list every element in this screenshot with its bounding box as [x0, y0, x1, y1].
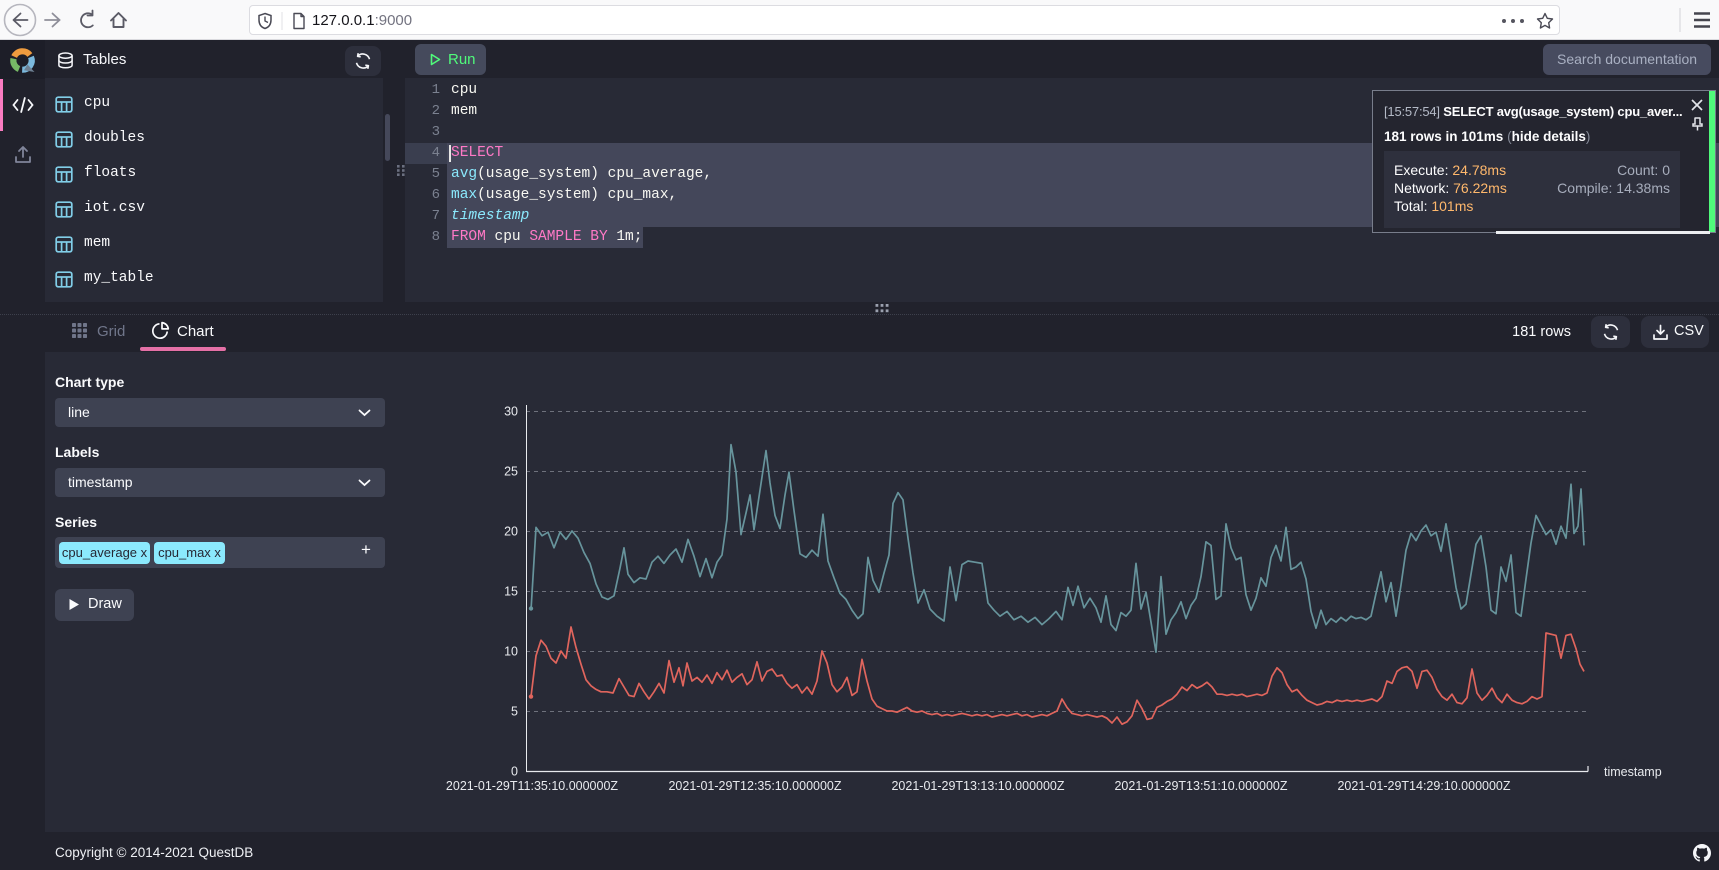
- svg-text:5: 5: [511, 705, 518, 719]
- svg-text:10: 10: [504, 645, 518, 659]
- svg-text:15: 15: [504, 585, 518, 599]
- svg-text:timestamp: timestamp: [1604, 765, 1662, 779]
- svg-text:20: 20: [504, 525, 518, 539]
- svg-text:2021-01-29T13:13:10.000000Z: 2021-01-29T13:13:10.000000Z: [891, 779, 1064, 793]
- svg-text:2021-01-29T14:29:10.000000Z: 2021-01-29T14:29:10.000000Z: [1337, 779, 1510, 793]
- svg-text:2021-01-29T13:51:10.000000Z: 2021-01-29T13:51:10.000000Z: [1114, 779, 1287, 793]
- svg-text:0: 0: [511, 765, 518, 779]
- svg-text:25: 25: [504, 465, 518, 479]
- svg-text:30: 30: [504, 405, 518, 419]
- svg-text:2021-01-29T12:35:10.000000Z: 2021-01-29T12:35:10.000000Z: [668, 779, 841, 793]
- svg-text:2021-01-29T11:35:10.000000Z: 2021-01-29T11:35:10.000000Z: [446, 779, 618, 793]
